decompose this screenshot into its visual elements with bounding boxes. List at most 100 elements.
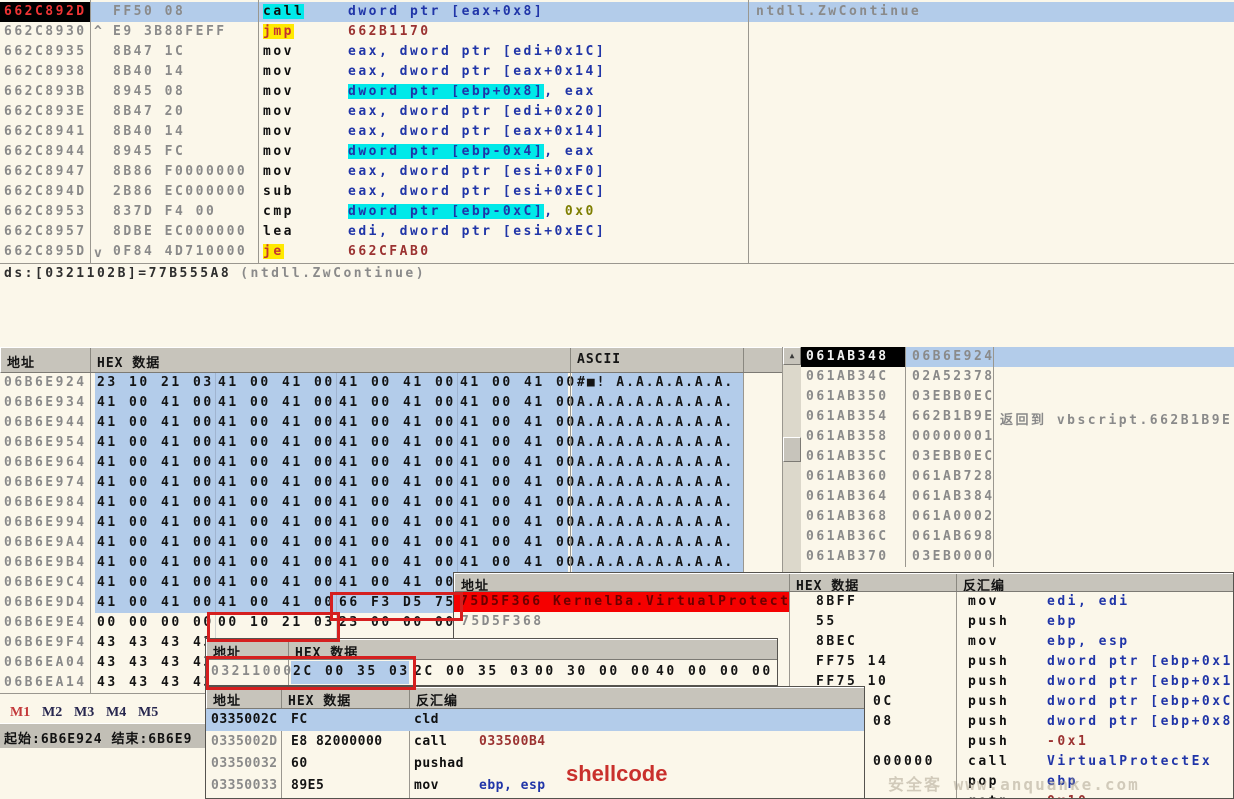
column-divider[interactable]: [90, 0, 91, 263]
byte: 00: [720, 664, 752, 679]
byte: 41: [282, 535, 314, 550]
column-divider[interactable]: [258, 0, 259, 263]
byte: 41: [339, 555, 371, 570]
byte-group: 00000000: [97, 615, 225, 630]
disasm-row[interactable]: 662C89578DBE EC000000leaedi, dword ptr […: [0, 222, 1234, 242]
byte: 41: [403, 495, 435, 510]
byte: 41: [97, 575, 129, 590]
jump-direction-arrow: v: [94, 246, 104, 261]
dump-row[interactable]: 06B6E9A441004100410041004100410041004100…: [0, 533, 782, 553]
byte-group: 41004100: [339, 455, 467, 470]
operands: VirtualProtectEx: [1047, 754, 1212, 769]
address: 662C893E: [4, 104, 87, 119]
dump-address: 06B6E974: [4, 475, 87, 490]
operand-part: , eax: [544, 84, 596, 99]
disasm-row[interactable]: 662C89358B47 1Cmoveax, dword ptr [edi+0x…: [0, 42, 1234, 62]
byte: 00: [371, 475, 403, 490]
pane-divider: [0, 263, 1234, 264]
stack-row[interactable]: 061AB37003EB0000: [801, 547, 1234, 567]
byte: 41: [97, 535, 129, 550]
byte: 00: [129, 495, 161, 510]
operands: eax, dword ptr [edi+0x20]: [348, 104, 606, 119]
column-divider[interactable]: [748, 0, 749, 263]
byte-group: 41004100: [339, 395, 467, 410]
disasm-row[interactable]: 662C8930^E9 3B88FEFFjmp662B1170: [0, 22, 1234, 42]
byte: 41: [403, 475, 435, 490]
operands: -0x1: [1047, 734, 1088, 749]
stack-row[interactable]: 061AB368061A0002: [801, 507, 1234, 527]
tab-m5[interactable]: M5: [138, 705, 158, 721]
stack-row[interactable]: 061AB35C03EBB0EC: [801, 447, 1234, 467]
dump-header-address: 地址: [1, 348, 91, 372]
byte-group: 41004100: [460, 535, 588, 550]
operands: dword ptr [ebp+0xC]: [1047, 694, 1234, 709]
dump-row[interactable]: 06B6E96441004100410041004100410041004100…: [0, 453, 782, 473]
dump-row[interactable]: 06B6E9B441004100410041004100410041004100…: [0, 553, 782, 573]
byte: 41: [524, 535, 556, 550]
byte: 41: [161, 395, 193, 410]
byte: 41: [282, 595, 314, 610]
stack-row[interactable]: 061AB34806B6E924: [801, 347, 1234, 367]
dump-row[interactable]: 06B6E95441004100410041004100410041004100…: [0, 433, 782, 453]
disasm-row[interactable]: 662C89388B40 14moveax, dword ptr [eax+0x…: [0, 62, 1234, 82]
dump-row[interactable]: 06B6E92423102103410041004100410041004100…: [0, 373, 782, 393]
byte: 41: [403, 395, 435, 410]
shellcode-disasm-row[interactable]: 0335002DE8 82000000call033500B4: [206, 731, 864, 753]
byte: 00: [492, 555, 524, 570]
byte: 10: [129, 375, 161, 390]
dump-row[interactable]: 06B6E94441004100410041004100410041004100…: [0, 413, 782, 433]
stack-row[interactable]: 061AB364061AB384: [801, 487, 1234, 507]
disasm-row[interactable]: 662C8953837D F4 00cmpdword ptr [ebp-0xC]…: [0, 202, 1234, 222]
scrollbar-up-button[interactable]: ▲: [783, 347, 801, 365]
stack-row[interactable]: 061AB35800000001: [801, 427, 1234, 447]
scrollbar-thumb[interactable]: [783, 437, 801, 462]
mnemonic: mov: [263, 64, 294, 79]
mnemonic: mov: [263, 144, 294, 159]
byte: 00: [371, 495, 403, 510]
byte: 41: [161, 555, 193, 570]
vp-disasm-row[interactable]: 75D5F366 KernelBa.VirtualProtect8BFFmove…: [454, 592, 1233, 612]
tab-m2[interactable]: M2: [42, 705, 62, 721]
byte-group: 41004100: [339, 475, 467, 490]
stack-row[interactable]: 061AB35003EBB0EC: [801, 387, 1234, 407]
comment: ntdll.ZwContinue: [756, 4, 921, 19]
mnemonic: mov: [263, 164, 294, 179]
byte: 41: [403, 555, 435, 570]
tab-m1[interactable]: M1: [10, 705, 30, 721]
disasm-row[interactable]: 662C893B8945 08movdword ptr [ebp+0x8], e…: [0, 82, 1234, 102]
byte: 41: [97, 395, 129, 410]
debugger-window: 662C892DFF50 08calldword ptr [eax+0x8]nt…: [0, 0, 1234, 799]
shellcode-disasm-row[interactable]: 0335002CFCcld: [206, 709, 864, 731]
disasm-row[interactable]: 662C892DFF50 08calldword ptr [eax+0x8]nt…: [0, 2, 1234, 22]
mnemonic: call: [968, 754, 1009, 769]
disasm-row[interactable]: 662C894D2B86 EC000000subeax, dword ptr […: [0, 182, 1234, 202]
tab-m4[interactable]: M4: [106, 705, 126, 721]
stack-row[interactable]: 061AB36C061AB698: [801, 527, 1234, 547]
disasm-row[interactable]: 662C89418B40 14moveax, dword ptr [eax+0x…: [0, 122, 1234, 142]
byte-group: 41004100: [460, 475, 588, 490]
disasm-row[interactable]: 662C895Dv0F84 4D710000je662CFAB0: [0, 242, 1234, 262]
byte-group: 41004100: [218, 515, 346, 530]
stack-row[interactable]: 061AB354662B1B9E返回到 vbscript.662B1B9E: [801, 407, 1234, 427]
dump-row[interactable]: 06B6E93441004100410041004100410041004100…: [0, 393, 782, 413]
shellcode-disasm-row[interactable]: 0335003389E5movebp, esp: [206, 775, 864, 797]
byte-group: 41004100: [218, 375, 346, 390]
disasm-row[interactable]: 662C89448945 FCmovdword ptr [ebp-0x4], e…: [0, 142, 1234, 162]
disasm-row[interactable]: 662C893E8B47 20moveax, dword ptr [edi+0x…: [0, 102, 1234, 122]
stack-row[interactable]: 061AB360061AB728: [801, 467, 1234, 487]
shellcode-disasm-row[interactable]: 0335003260pushad: [206, 753, 864, 775]
opcode-bytes: 8B40 14: [113, 64, 185, 79]
byte: 00: [688, 664, 720, 679]
stack-row[interactable]: 061AB34C02A52378: [801, 367, 1234, 387]
dump-row[interactable]: 06B6E97441004100410041004100410041004100…: [0, 473, 782, 493]
dump-address: 06B6E984: [4, 495, 87, 510]
vp-disasm-row[interactable]: 75D5F36855pushebp: [454, 612, 1233, 632]
opcode-bytes: 60: [291, 756, 308, 771]
dump-row[interactable]: 06B6E98441004100410041004100410041004100…: [0, 493, 782, 513]
dump-address: 06B6E964: [4, 455, 87, 470]
disasm-row[interactable]: 662C89478B86 F0000000moveax, dword ptr […: [0, 162, 1234, 182]
tab-m3[interactable]: M3: [74, 705, 94, 721]
byte-group: 41004100: [339, 575, 467, 590]
byte: 00: [492, 475, 524, 490]
dump-row[interactable]: 06B6E99441004100410041004100410041004100…: [0, 513, 782, 533]
